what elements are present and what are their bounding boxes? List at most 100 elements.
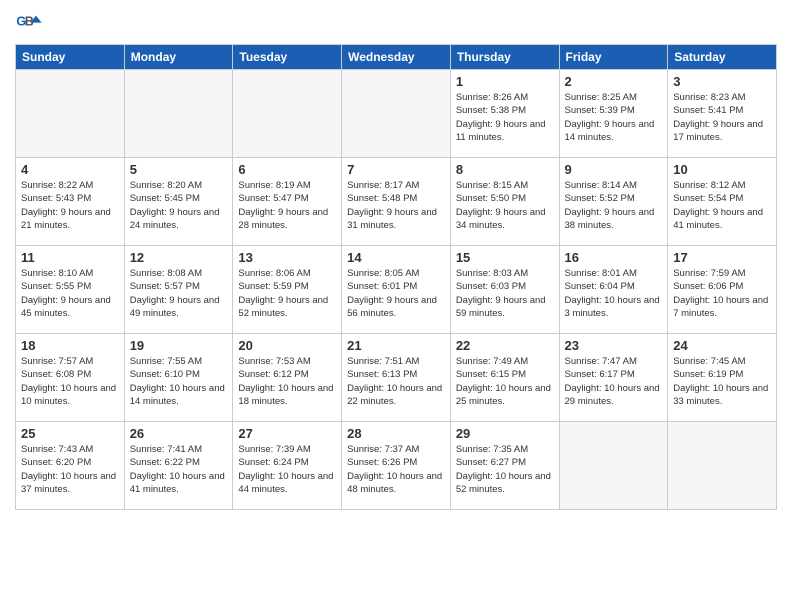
day-number: 18 <box>21 338 119 353</box>
day-info: Sunrise: 7:41 AMSunset: 6:22 PMDaylight:… <box>130 443 228 496</box>
calendar-cell: 5Sunrise: 8:20 AMSunset: 5:45 PMDaylight… <box>124 158 233 246</box>
day-info: Sunrise: 8:19 AMSunset: 5:47 PMDaylight:… <box>238 179 336 232</box>
day-info: Sunrise: 7:39 AMSunset: 6:24 PMDaylight:… <box>238 443 336 496</box>
calendar-cell: 1Sunrise: 8:26 AMSunset: 5:38 PMDaylight… <box>450 70 559 158</box>
calendar-cell <box>124 70 233 158</box>
day-info: Sunrise: 8:08 AMSunset: 5:57 PMDaylight:… <box>130 267 228 320</box>
calendar-cell: 16Sunrise: 8:01 AMSunset: 6:04 PMDayligh… <box>559 246 668 334</box>
calendar-cell: 18 Sunrise: 7:57 AMSunset: 6:08 PMDayligh… <box>16 334 125 422</box>
calendar-cell: 28 Sunrise: 7:37 AMSunset: 6:26 PMDayligh… <box>342 422 451 510</box>
day-info: Sunrise: 8:25 AMSunset: 5:39 PMDaylight:… <box>565 91 663 144</box>
day-info: Sunrise: 7:45 AMSunset: 6:19 PMDaylight:… <box>673 355 771 408</box>
day-number: 8 <box>456 162 554 177</box>
day-header-wednesday: Wednesday <box>342 45 451 70</box>
calendar-cell <box>668 422 777 510</box>
day-number: 9 <box>565 162 663 177</box>
calendar-cell <box>16 70 125 158</box>
day-info: Sunrise: 7:55 AMSunset: 6:10 PMDaylight:… <box>130 355 228 408</box>
calendar-cell: 9 Sunrise: 8:14 AMSunset: 5:52 PMDaylight… <box>559 158 668 246</box>
calendar-cell: 12 Sunrise: 8:08 AMSunset: 5:57 PMDayligh… <box>124 246 233 334</box>
calendar-cell: 3 Sunrise: 8:23 AMSunset: 5:41 PMDaylight… <box>668 70 777 158</box>
calendar-cell: 24 Sunrise: 7:45 AMSunset: 6:19 PMDayligh… <box>668 334 777 422</box>
day-info: Sunrise: 7:57 AMSunset: 6:08 PMDaylight:… <box>21 355 119 408</box>
day-number: 15 <box>456 250 554 265</box>
calendar-cell: 21 Sunrise: 7:51 AMSunset: 6:13 PMDayligh… <box>342 334 451 422</box>
day-number: 21 <box>347 338 445 353</box>
day-number: 19 <box>130 338 228 353</box>
calendar-cell: 20 Sunrise: 7:53 AMSunset: 6:12 PMDayligh… <box>233 334 342 422</box>
day-header-monday: Monday <box>124 45 233 70</box>
calendar-cell <box>559 422 668 510</box>
day-info: Sunrise: 7:51 AMSunset: 6:13 PMDaylight:… <box>347 355 445 408</box>
day-header-friday: Friday <box>559 45 668 70</box>
day-info: Sunrise: 8:03 AMSunset: 6:03 PMDaylight:… <box>456 267 554 320</box>
week-row-2: 11 Sunrise: 8:10 AMSunset: 5:55 PMDayligh… <box>16 246 777 334</box>
day-info: Sunrise: 7:47 AMSunset: 6:17 PMDaylight:… <box>565 355 663 408</box>
header-row: SundayMondayTuesdayWednesdayThursdayFrid… <box>16 45 777 70</box>
day-info: Sunrise: 7:49 AMSunset: 6:15 PMDaylight:… <box>456 355 554 408</box>
day-number: 6 <box>238 162 336 177</box>
day-number: 2 <box>565 74 663 89</box>
day-number: 28 <box>347 426 445 441</box>
day-info: Sunrise: 8:15 AMSunset: 5:50 PMDaylight:… <box>456 179 554 232</box>
day-number: 27 <box>238 426 336 441</box>
calendar-cell: 7 Sunrise: 8:17 AMSunset: 5:48 PMDaylight… <box>342 158 451 246</box>
day-number: 26 <box>130 426 228 441</box>
page: G B SundayMondayTuesdayWednesdayThursday… <box>0 0 792 612</box>
calendar-cell: 25 Sunrise: 7:43 AMSunset: 6:20 PMDayligh… <box>16 422 125 510</box>
day-number: 17 <box>673 250 771 265</box>
calendar-cell: 19 Sunrise: 7:55 AMSunset: 6:10 PMDayligh… <box>124 334 233 422</box>
day-info: Sunrise: 7:43 AMSunset: 6:20 PMDaylight:… <box>21 443 119 496</box>
day-number: 29 <box>456 426 554 441</box>
day-info: Sunrise: 7:37 AMSunset: 6:26 PMDaylight:… <box>347 443 445 496</box>
calendar-cell: 6 Sunrise: 8:19 AMSunset: 5:47 PMDaylight… <box>233 158 342 246</box>
day-number: 10 <box>673 162 771 177</box>
day-info: Sunrise: 8:01 AMSunset: 6:04 PMDaylight:… <box>565 267 663 320</box>
day-info: Sunrise: 8:17 AMSunset: 5:48 PMDaylight:… <box>347 179 445 232</box>
day-info: Sunrise: 7:35 AMSunset: 6:27 PMDaylight:… <box>456 443 554 496</box>
day-number: 14 <box>347 250 445 265</box>
calendar-cell: 10 Sunrise: 8:12 AMSunset: 5:54 PMDayligh… <box>668 158 777 246</box>
day-info: Sunrise: 8:20 AMSunset: 5:45 PMDaylight:… <box>130 179 228 232</box>
calendar-cell: 29 Sunrise: 7:35 AMSunset: 6:27 PMDayligh… <box>450 422 559 510</box>
calendar-cell: 17 Sunrise: 7:59 AMSunset: 6:06 PMDayligh… <box>668 246 777 334</box>
calendar-cell: 2 Sunrise: 8:25 AMSunset: 5:39 PMDaylight… <box>559 70 668 158</box>
day-number: 12 <box>130 250 228 265</box>
day-header-sunday: Sunday <box>16 45 125 70</box>
day-header-thursday: Thursday <box>450 45 559 70</box>
day-number: 25 <box>21 426 119 441</box>
week-row-1: 4Sunrise: 8:22 AMSunset: 5:43 PMDaylight… <box>16 158 777 246</box>
day-header-tuesday: Tuesday <box>233 45 342 70</box>
week-row-4: 25 Sunrise: 7:43 AMSunset: 6:20 PMDayligh… <box>16 422 777 510</box>
day-number: 20 <box>238 338 336 353</box>
day-number: 24 <box>673 338 771 353</box>
day-info: Sunrise: 8:10 AMSunset: 5:55 PMDaylight:… <box>21 267 119 320</box>
calendar-cell: 11 Sunrise: 8:10 AMSunset: 5:55 PMDayligh… <box>16 246 125 334</box>
day-info: Sunrise: 8:23 AMSunset: 5:41 PMDaylight:… <box>673 91 771 144</box>
day-info: Sunrise: 7:53 AMSunset: 6:12 PMDaylight:… <box>238 355 336 408</box>
calendar-cell: 27 Sunrise: 7:39 AMSunset: 6:24 PMDayligh… <box>233 422 342 510</box>
day-info: Sunrise: 8:14 AMSunset: 5:52 PMDaylight:… <box>565 179 663 232</box>
calendar-cell: 26 Sunrise: 7:41 AMSunset: 6:22 PMDayligh… <box>124 422 233 510</box>
calendar-cell: 13 Sunrise: 8:06 AMSunset: 5:59 PMDayligh… <box>233 246 342 334</box>
calendar-cell: 23Sunrise: 7:47 AMSunset: 6:17 PMDayligh… <box>559 334 668 422</box>
calendar-cell <box>342 70 451 158</box>
day-info: Sunrise: 8:06 AMSunset: 5:59 PMDaylight:… <box>238 267 336 320</box>
day-number: 13 <box>238 250 336 265</box>
day-number: 11 <box>21 250 119 265</box>
day-number: 22 <box>456 338 554 353</box>
calendar-cell: 4Sunrise: 8:22 AMSunset: 5:43 PMDaylight… <box>16 158 125 246</box>
calendar-cell <box>233 70 342 158</box>
calendar-cell: 14Sunrise: 8:05 AMSunset: 6:01 PMDayligh… <box>342 246 451 334</box>
day-info: Sunrise: 7:59 AMSunset: 6:06 PMDaylight:… <box>673 267 771 320</box>
logo-icon: G B <box>15 10 43 38</box>
day-info: Sunrise: 8:12 AMSunset: 5:54 PMDaylight:… <box>673 179 771 232</box>
day-header-saturday: Saturday <box>668 45 777 70</box>
header: G B <box>15 10 777 38</box>
week-row-3: 18 Sunrise: 7:57 AMSunset: 6:08 PMDayligh… <box>16 334 777 422</box>
day-number: 7 <box>347 162 445 177</box>
calendar-cell: 22 Sunrise: 7:49 AMSunset: 6:15 PMDayligh… <box>450 334 559 422</box>
logo: G B <box>15 10 47 38</box>
day-number: 3 <box>673 74 771 89</box>
day-info: Sunrise: 8:26 AMSunset: 5:38 PMDaylight:… <box>456 91 554 144</box>
